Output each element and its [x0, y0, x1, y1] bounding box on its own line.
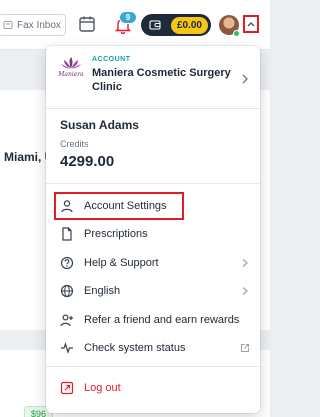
- menu-divider: [46, 366, 260, 367]
- calendar-icon[interactable]: [78, 15, 96, 33]
- account-label: ACCOUNT: [92, 56, 131, 63]
- menu-divider: [46, 183, 260, 184]
- lotus-logo-icon: [61, 57, 81, 69]
- chevron-right-icon: [242, 259, 248, 267]
- activity-icon: [61, 342, 73, 354]
- menu-item-label: Check system status: [84, 342, 186, 354]
- globe-icon: [60, 284, 74, 298]
- document-icon: [62, 227, 72, 241]
- menu-item-language[interactable]: English: [60, 280, 250, 302]
- menu-item-label: Help & Support: [84, 257, 159, 269]
- menu-item-prescriptions[interactable]: Prescriptions: [60, 223, 250, 245]
- menu-item-refer-friend[interactable]: Refer a friend and earn rewards: [60, 309, 250, 331]
- account-menu-toggle-button[interactable]: [243, 15, 259, 33]
- fax-icon: [3, 21, 13, 29]
- menu-item-account-settings[interactable]: Account Settings: [60, 195, 250, 217]
- logout-icon: [60, 381, 74, 395]
- credits-label: Credits: [60, 139, 89, 149]
- notification-count-badge: 9: [119, 11, 137, 24]
- menu-item-help-support[interactable]: Help & Support: [60, 252, 250, 274]
- fax-inbox-label: Fax Inbox: [17, 19, 61, 31]
- fax-inbox-button[interactable]: Fax Inbox: [0, 14, 66, 36]
- user-plus-icon: [60, 314, 73, 327]
- menu-item-label: Account Settings: [84, 200, 167, 212]
- chevron-right-icon: [242, 74, 248, 84]
- chevron-up-icon: [247, 22, 255, 27]
- chevron-right-icon: [242, 287, 248, 295]
- top-navigation-bar: Fax Inbox 9 £0.00: [0, 0, 270, 50]
- menu-item-label: Log out: [84, 382, 121, 394]
- menu-item-logout[interactable]: Log out: [60, 377, 250, 399]
- online-status-dot: [233, 30, 240, 37]
- credits-value: 4299.00: [60, 153, 115, 170]
- user-name: Susan Adams: [60, 118, 139, 132]
- account-name: Maniera Cosmetic Surgery Clinic: [92, 67, 231, 93]
- clinic-logo: Maniera: [58, 56, 84, 88]
- clinic-logo-text: Maniera: [58, 71, 84, 78]
- external-link-icon: [240, 343, 250, 353]
- menu-item-label: Prescriptions: [84, 228, 148, 240]
- menu-divider: [46, 108, 260, 109]
- user-icon: [61, 200, 73, 213]
- wallet-icon: [149, 20, 161, 30]
- menu-item-system-status[interactable]: Check system status: [60, 337, 250, 359]
- help-icon: [60, 256, 74, 270]
- account-switcher[interactable]: Maniera ACCOUNT Maniera Cosmetic Surgery…: [58, 56, 248, 101]
- menu-item-label: Refer a friend and earn rewards: [84, 314, 240, 326]
- account-dropdown-menu: Maniera ACCOUNT Maniera Cosmetic Surgery…: [46, 46, 260, 413]
- menu-item-label: English: [84, 285, 121, 297]
- wallet-balance-button[interactable]: £0.00: [141, 14, 211, 36]
- wallet-amount: £0.00: [170, 16, 208, 34]
